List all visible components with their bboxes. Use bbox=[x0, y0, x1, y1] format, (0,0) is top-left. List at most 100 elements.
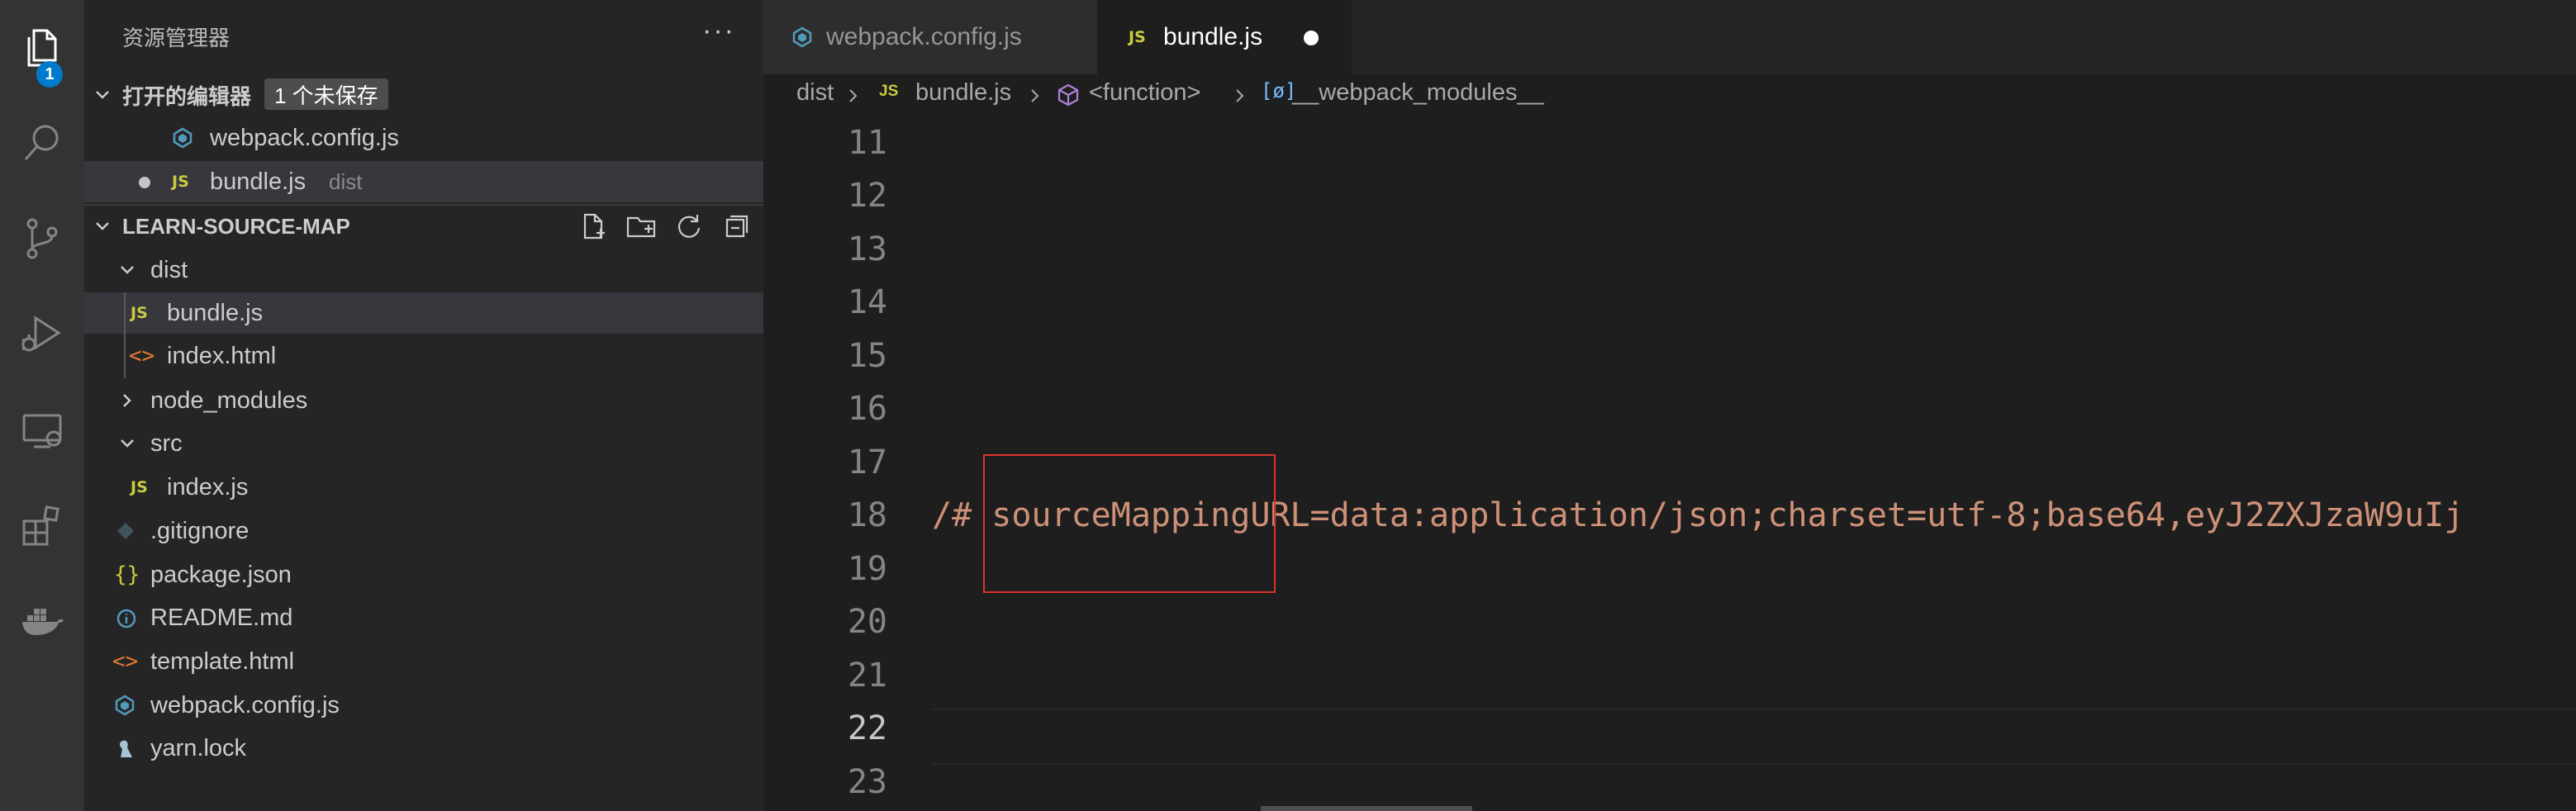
js-icon: JS bbox=[172, 173, 189, 191]
tab-label: webpack.config.js bbox=[826, 23, 1022, 50]
open-editor-desc: dist bbox=[329, 168, 363, 194]
breadcrumb-item[interactable]: bundle.js bbox=[915, 79, 1011, 107]
tree-label: index.html bbox=[167, 342, 277, 369]
extensions-icon[interactable] bbox=[0, 489, 84, 563]
tree-folder-dist[interactable]: dist bbox=[84, 249, 763, 291]
chevron-right-icon bbox=[1236, 89, 1244, 102]
tree-file-template-html[interactable]: <> template.html bbox=[84, 641, 763, 682]
breadcrumb-item[interactable]: __webpack_modules__ bbox=[1292, 79, 1544, 107]
new-file-icon[interactable] bbox=[577, 210, 610, 243]
sidebar-title: 资源管理器 bbox=[122, 26, 231, 50]
line-number: 13 bbox=[847, 230, 887, 268]
tree-label: bundle.js bbox=[167, 299, 264, 326]
highlight-box bbox=[983, 454, 1276, 593]
json-icon: {} bbox=[114, 562, 140, 587]
tree-label: yarn.lock bbox=[150, 734, 247, 761]
info-icon bbox=[116, 609, 136, 628]
horizontal-scrollbar[interactable] bbox=[1261, 806, 1472, 811]
sidebar: 资源管理器 ··· 打开的编辑器 1 个未保存 webpack.config.j… bbox=[84, 0, 763, 811]
docker-icon[interactable] bbox=[0, 585, 84, 659]
open-editors-label: 打开的编辑器 bbox=[122, 83, 252, 109]
js-icon: JS bbox=[1129, 28, 1146, 46]
tree-file-readme[interactable]: README.md bbox=[84, 597, 763, 638]
js-icon: JS bbox=[131, 304, 148, 322]
breadcrumb: dist JS bundle.js <function> [ø] __webpa… bbox=[763, 74, 2576, 117]
chevron-down-icon bbox=[121, 439, 134, 448]
chevron-right-icon bbox=[849, 89, 858, 102]
source-control-icon[interactable] bbox=[0, 202, 84, 276]
tree-label: .gitignore bbox=[150, 517, 250, 544]
tree-label: src bbox=[150, 429, 183, 457]
chevron-down-icon bbox=[121, 266, 134, 274]
webpack-icon bbox=[173, 127, 192, 149]
tree-label: package.json bbox=[150, 561, 292, 588]
git-icon bbox=[117, 523, 134, 539]
tree-folder-node-modules[interactable]: node_modules bbox=[84, 380, 763, 421]
line-number: 12 bbox=[847, 177, 887, 215]
line-number: 15 bbox=[847, 337, 887, 375]
files-icon[interactable]: 1 bbox=[0, 10, 84, 88]
tree-label: webpack.config.js bbox=[150, 691, 340, 719]
unsaved-dot-icon[interactable] bbox=[139, 177, 150, 188]
refresh-icon[interactable] bbox=[673, 210, 706, 243]
search-icon[interactable] bbox=[0, 106, 84, 180]
line-number: 18 bbox=[847, 496, 887, 534]
html-icon: <> bbox=[129, 344, 155, 368]
tree-label: README.md bbox=[150, 604, 293, 631]
line-number: 17 bbox=[847, 443, 887, 481]
indent-guide bbox=[124, 292, 126, 378]
activity-bar: 1 bbox=[0, 0, 84, 811]
open-editor-item[interactable]: webpack.config.js bbox=[84, 117, 763, 159]
js-icon: JS bbox=[131, 478, 148, 496]
tree-label: node_modules bbox=[150, 387, 308, 414]
remote-explorer-icon[interactable] bbox=[0, 393, 84, 467]
tree-label: template.html bbox=[150, 647, 295, 675]
webpack-icon bbox=[115, 695, 135, 716]
tree-file-bundle-js[interactable]: JS bundle.js bbox=[84, 292, 763, 334]
tree-file-package-json[interactable]: {} package.json bbox=[84, 554, 763, 595]
html-icon: <> bbox=[112, 649, 139, 674]
line-number: 16 bbox=[847, 390, 887, 428]
more-actions-icon[interactable]: ··· bbox=[702, 15, 735, 47]
tree-label: dist bbox=[150, 256, 188, 283]
yarn-icon bbox=[120, 740, 132, 757]
breadcrumb-item[interactable]: <function> bbox=[1089, 79, 1200, 107]
current-line-highlight bbox=[932, 709, 2576, 765]
tree-file-yarn-lock[interactable]: yarn.lock bbox=[84, 728, 763, 769]
tree-file-webpack-config[interactable]: webpack.config.js bbox=[84, 685, 763, 726]
new-folder-icon[interactable] bbox=[625, 210, 658, 243]
chevron-down-icon bbox=[96, 222, 109, 230]
unsaved-dot-icon[interactable] bbox=[1304, 31, 1319, 45]
open-editor-label: bundle.js bbox=[210, 168, 307, 195]
line-number: 19 bbox=[847, 550, 887, 588]
tree-file-index-js[interactable]: JS index.js bbox=[84, 467, 763, 508]
tab-bundle-js[interactable]: JS bundle.js bbox=[1097, 0, 1352, 74]
tree-folder-src[interactable]: src bbox=[84, 423, 763, 464]
open-editor-item[interactable]: JS bundle.js dist bbox=[84, 161, 763, 202]
open-editor-label: webpack.config.js bbox=[210, 124, 399, 151]
line-number: 20 bbox=[847, 603, 887, 641]
webpack-icon bbox=[792, 26, 812, 48]
chevron-down-icon bbox=[96, 91, 109, 99]
tab-label: bundle.js bbox=[1163, 23, 1263, 50]
function-cube-icon bbox=[1057, 83, 1079, 107]
line-number: 21 bbox=[847, 657, 887, 695]
tab-bar: webpack.config.js JS bundle.js bbox=[763, 0, 2576, 74]
tree-file-gitignore[interactable]: .gitignore bbox=[84, 510, 763, 552]
tree-file-index-html[interactable]: <> index.html bbox=[84, 335, 763, 377]
open-editors-header[interactable]: 打开的编辑器 bbox=[84, 74, 763, 116]
tree-label: index.js bbox=[167, 473, 249, 500]
breadcrumb-item[interactable]: dist bbox=[796, 79, 834, 107]
chevron-right-icon bbox=[123, 394, 131, 407]
line-number: 14 bbox=[847, 283, 887, 321]
variable-icon: [ø] bbox=[1261, 79, 1297, 102]
js-icon: JS bbox=[879, 83, 899, 100]
project-header[interactable]: LEARN-SOURCE-MAP bbox=[84, 206, 763, 247]
project-label: LEARN-SOURCE-MAP bbox=[122, 213, 350, 239]
unsaved-badge: 1 个未保存 bbox=[264, 78, 388, 110]
tab-webpack-config[interactable]: webpack.config.js bbox=[763, 0, 1097, 74]
collapse-all-icon[interactable] bbox=[720, 210, 753, 243]
line-number-current: 22 bbox=[847, 709, 887, 747]
run-debug-icon[interactable] bbox=[0, 297, 84, 372]
line-number: 23 bbox=[847, 763, 887, 801]
